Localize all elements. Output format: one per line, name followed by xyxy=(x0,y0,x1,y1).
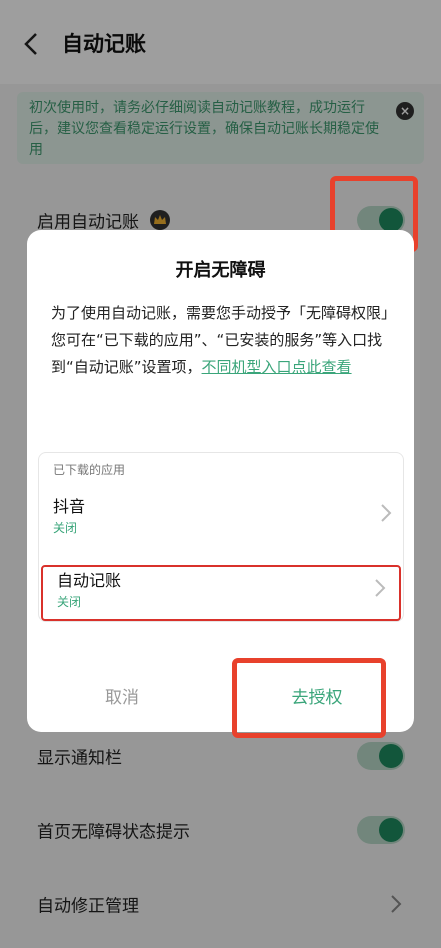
dialog-title: 开启无障碍 xyxy=(175,260,266,281)
chevron-right-icon xyxy=(381,504,392,522)
highlight-box-authorize xyxy=(232,658,386,738)
app-status: 关闭 xyxy=(53,521,78,535)
app-name: 抖音 xyxy=(53,497,86,516)
dialog-body: 为了使用自动记账，需要您手动授予「无障碍权限」 您可在“已下载的应用”、“已安装… xyxy=(51,300,396,381)
app-name: 自动记账 xyxy=(57,571,122,590)
chevron-right-icon xyxy=(375,579,386,597)
app-status: 关闭 xyxy=(57,595,82,609)
dialog-text-line1: 为了使用自动记账，需要您手动授予「无障碍权限」 xyxy=(51,304,397,322)
accessibility-dialog: 开启无障碍 为了使用自动记账，需要您手动授予「无障碍权限」 您可在“已下载的应用… xyxy=(27,230,414,732)
model-entry-link[interactable]: 不同机型入口点此查看 xyxy=(202,358,352,376)
list-header: 已下载的应用 xyxy=(53,463,126,477)
app-item-auto-accounting[interactable]: 自动记账 关闭 xyxy=(41,565,401,621)
downloaded-apps-list: 已下载的应用 抖音 关闭 自动记账 关闭 xyxy=(38,452,404,622)
app-item-douyin[interactable]: 抖音 关闭 xyxy=(39,485,405,541)
dialog-text-line2: 您可在“已下载的应用”、“已安装的服务”等入口找到“自动记账”设置项，不同机型入… xyxy=(51,327,396,381)
cancel-button[interactable]: 取消 xyxy=(67,678,177,718)
